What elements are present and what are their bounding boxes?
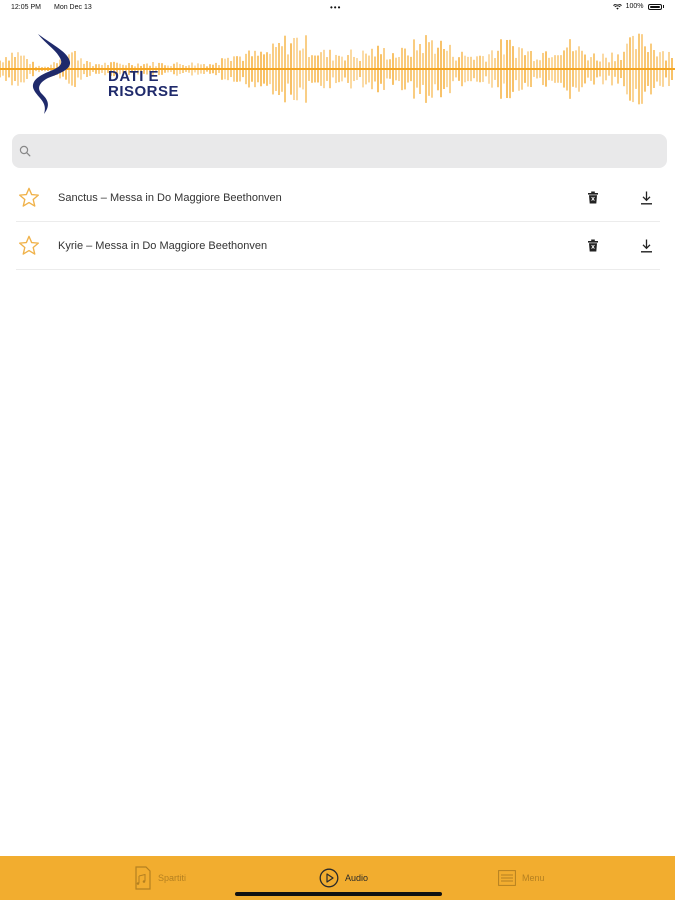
search-bar[interactable] xyxy=(12,134,667,170)
download-icon[interactable] xyxy=(640,191,653,205)
trash-icon[interactable] xyxy=(587,191,599,204)
audio-waveform xyxy=(0,33,675,105)
status-date: Mon Dec 13 xyxy=(54,4,92,11)
tab-label: Spartiti xyxy=(158,873,187,883)
header-banner: DATI E RISORSE xyxy=(0,14,675,124)
track-title: Kyrie – Messa in Do Maggiore Beethonven xyxy=(58,240,268,252)
battery-icon xyxy=(647,3,662,10)
wifi-icon xyxy=(612,3,622,10)
menu-icon xyxy=(498,870,516,886)
logo-icon xyxy=(32,34,71,114)
home-indicator[interactable] xyxy=(235,892,442,896)
tab-spartiti[interactable]: Spartiti xyxy=(134,856,186,900)
status-time: 12:05 PM xyxy=(11,4,41,11)
tab-label: Menu xyxy=(522,873,545,883)
brand-name: DATI E RISORSE xyxy=(108,69,179,99)
tab-label: Audio xyxy=(345,873,369,883)
search-input[interactable] xyxy=(38,134,662,170)
tab-menu[interactable]: Menu xyxy=(498,856,545,900)
status-right: 100% xyxy=(612,3,664,10)
search-icon xyxy=(19,145,31,157)
play-circle-icon xyxy=(319,868,339,888)
brand-line-2: RISORSE xyxy=(108,83,180,100)
multitasking-dots[interactable]: ••• xyxy=(330,3,341,12)
brand-line-1: DATI E xyxy=(108,68,160,85)
list-item[interactable]: Sanctus – Messa in Do Maggiore Beethonve… xyxy=(16,174,660,222)
sheet-music-icon xyxy=(135,866,151,890)
star-icon[interactable] xyxy=(18,235,40,256)
star-icon[interactable] xyxy=(18,187,40,208)
list-item[interactable]: Kyrie – Messa in Do Maggiore Beethonven xyxy=(16,222,660,270)
download-icon[interactable] xyxy=(640,239,653,253)
battery-tip xyxy=(662,5,664,8)
battery-percent: 100% xyxy=(625,3,644,10)
audio-track-list: Sanctus – Messa in Do Maggiore Beethonve… xyxy=(16,174,660,270)
track-title: Sanctus – Messa in Do Maggiore Beethonve… xyxy=(58,192,282,204)
trash-icon[interactable] xyxy=(587,239,599,252)
